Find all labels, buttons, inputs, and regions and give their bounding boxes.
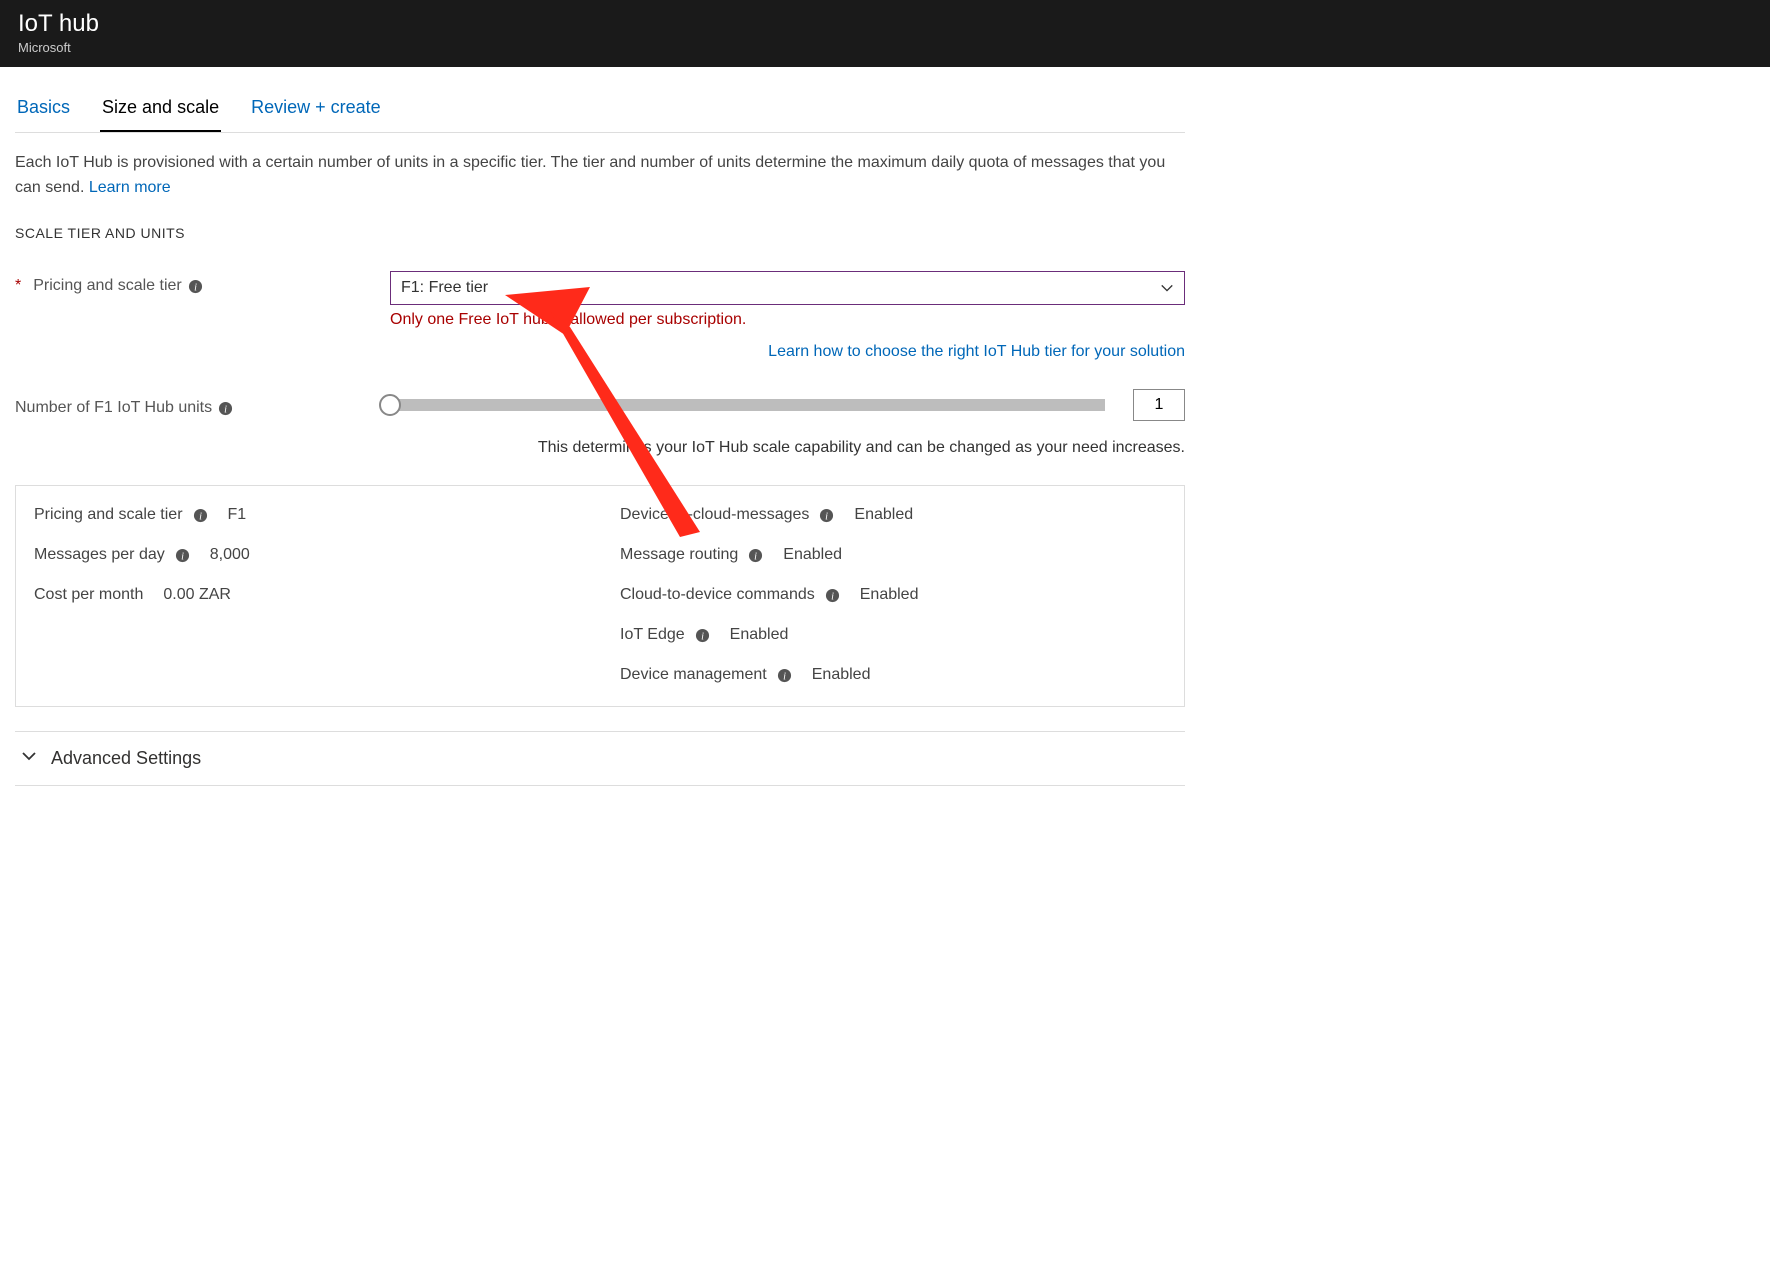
- tab-review-create[interactable]: Review + create: [249, 87, 383, 132]
- tier-label: * Pricing and scale tier i: [15, 271, 390, 295]
- detail-value: Enabled: [783, 546, 842, 564]
- detail-value: 0.00 ZAR: [163, 586, 231, 604]
- tier-details-box: Pricing and scale tier i F1 Messages per…: [15, 485, 1185, 707]
- svg-text:i: i: [199, 512, 202, 523]
- svg-text:i: i: [224, 405, 227, 416]
- info-icon[interactable]: i: [175, 547, 190, 562]
- units-input[interactable]: [1133, 389, 1185, 421]
- info-icon[interactable]: i: [748, 547, 763, 562]
- detail-c2d: Cloud-to-device commands i Enabled: [620, 586, 1166, 604]
- svg-text:i: i: [825, 512, 828, 523]
- intro-body: Each IoT Hub is provisioned with a certa…: [15, 154, 1165, 196]
- detail-label: Device management: [620, 666, 767, 684]
- info-icon[interactable]: i: [825, 587, 840, 602]
- tier-warning: Only one Free IoT hub is allowed per sub…: [390, 311, 1185, 329]
- detail-d2c: Device-to-cloud-messages i Enabled: [620, 506, 1166, 524]
- detail-value: Enabled: [860, 586, 919, 604]
- detail-value: Enabled: [812, 666, 871, 684]
- detail-cost: Cost per month 0.00 ZAR: [34, 586, 580, 604]
- tab-basics[interactable]: Basics: [15, 87, 72, 132]
- detail-routing: Message routing i Enabled: [620, 546, 1166, 564]
- detail-value: Enabled: [854, 506, 913, 524]
- page-subtitle: Microsoft: [18, 40, 1752, 55]
- detail-label: IoT Edge: [620, 626, 685, 644]
- info-icon[interactable]: i: [695, 627, 710, 642]
- tier-select[interactable]: F1: Free tier: [390, 271, 1185, 305]
- svg-text:i: i: [831, 592, 834, 603]
- units-label-text: Number of F1 IoT Hub units: [15, 399, 212, 417]
- svg-text:i: i: [783, 672, 786, 683]
- advanced-settings-toggle[interactable]: Advanced Settings: [15, 731, 1185, 786]
- detail-edge: IoT Edge i Enabled: [620, 626, 1166, 644]
- tab-bar: Basics Size and scale Review + create: [15, 87, 1185, 133]
- units-slider[interactable]: [390, 399, 1105, 411]
- info-icon[interactable]: i: [819, 507, 834, 522]
- detail-messages: Messages per day i 8,000: [34, 546, 580, 564]
- detail-label: Cost per month: [34, 586, 143, 604]
- info-icon[interactable]: i: [188, 278, 203, 293]
- info-icon[interactable]: i: [218, 400, 233, 415]
- tab-size-and-scale[interactable]: Size and scale: [100, 87, 221, 132]
- slider-thumb[interactable]: [379, 394, 401, 416]
- info-icon[interactable]: i: [777, 667, 792, 682]
- svg-text:i: i: [754, 552, 757, 563]
- tier-select-value: F1: Free tier: [401, 279, 488, 297]
- detail-label: Cloud-to-device commands: [620, 586, 815, 604]
- page-header: IoT hub Microsoft: [0, 0, 1770, 67]
- info-icon[interactable]: i: [193, 507, 208, 522]
- intro-text: Each IoT Hub is provisioned with a certa…: [15, 151, 1185, 201]
- detail-label: Message routing: [620, 546, 738, 564]
- learn-more-link[interactable]: Learn more: [89, 179, 171, 196]
- detail-value: F1: [228, 506, 247, 524]
- detail-pricing-tier: Pricing and scale tier i F1: [34, 506, 580, 524]
- section-heading: SCALE TIER AND UNITS: [15, 225, 1185, 241]
- svg-text:i: i: [194, 283, 197, 294]
- tier-label-text: Pricing and scale tier: [33, 277, 182, 295]
- units-help: This determines your IoT Hub scale capab…: [15, 439, 1185, 457]
- required-marker: *: [15, 277, 21, 295]
- detail-label: Messages per day: [34, 546, 165, 564]
- choose-tier-link[interactable]: Learn how to choose the right IoT Hub ti…: [768, 343, 1185, 360]
- chevron-down-icon: [1160, 281, 1174, 295]
- svg-text:i: i: [181, 552, 184, 563]
- chevron-down-icon: [21, 748, 37, 769]
- detail-value: 8,000: [210, 546, 250, 564]
- units-label: Number of F1 IoT Hub units i: [15, 393, 390, 417]
- advanced-label: Advanced Settings: [51, 748, 201, 769]
- svg-text:i: i: [701, 632, 704, 643]
- detail-devmgmt: Device management i Enabled: [620, 666, 1166, 684]
- detail-label: Device-to-cloud-messages: [620, 506, 809, 524]
- detail-label: Pricing and scale tier: [34, 506, 183, 524]
- detail-value: Enabled: [730, 626, 789, 644]
- page-title: IoT hub: [18, 10, 1752, 38]
